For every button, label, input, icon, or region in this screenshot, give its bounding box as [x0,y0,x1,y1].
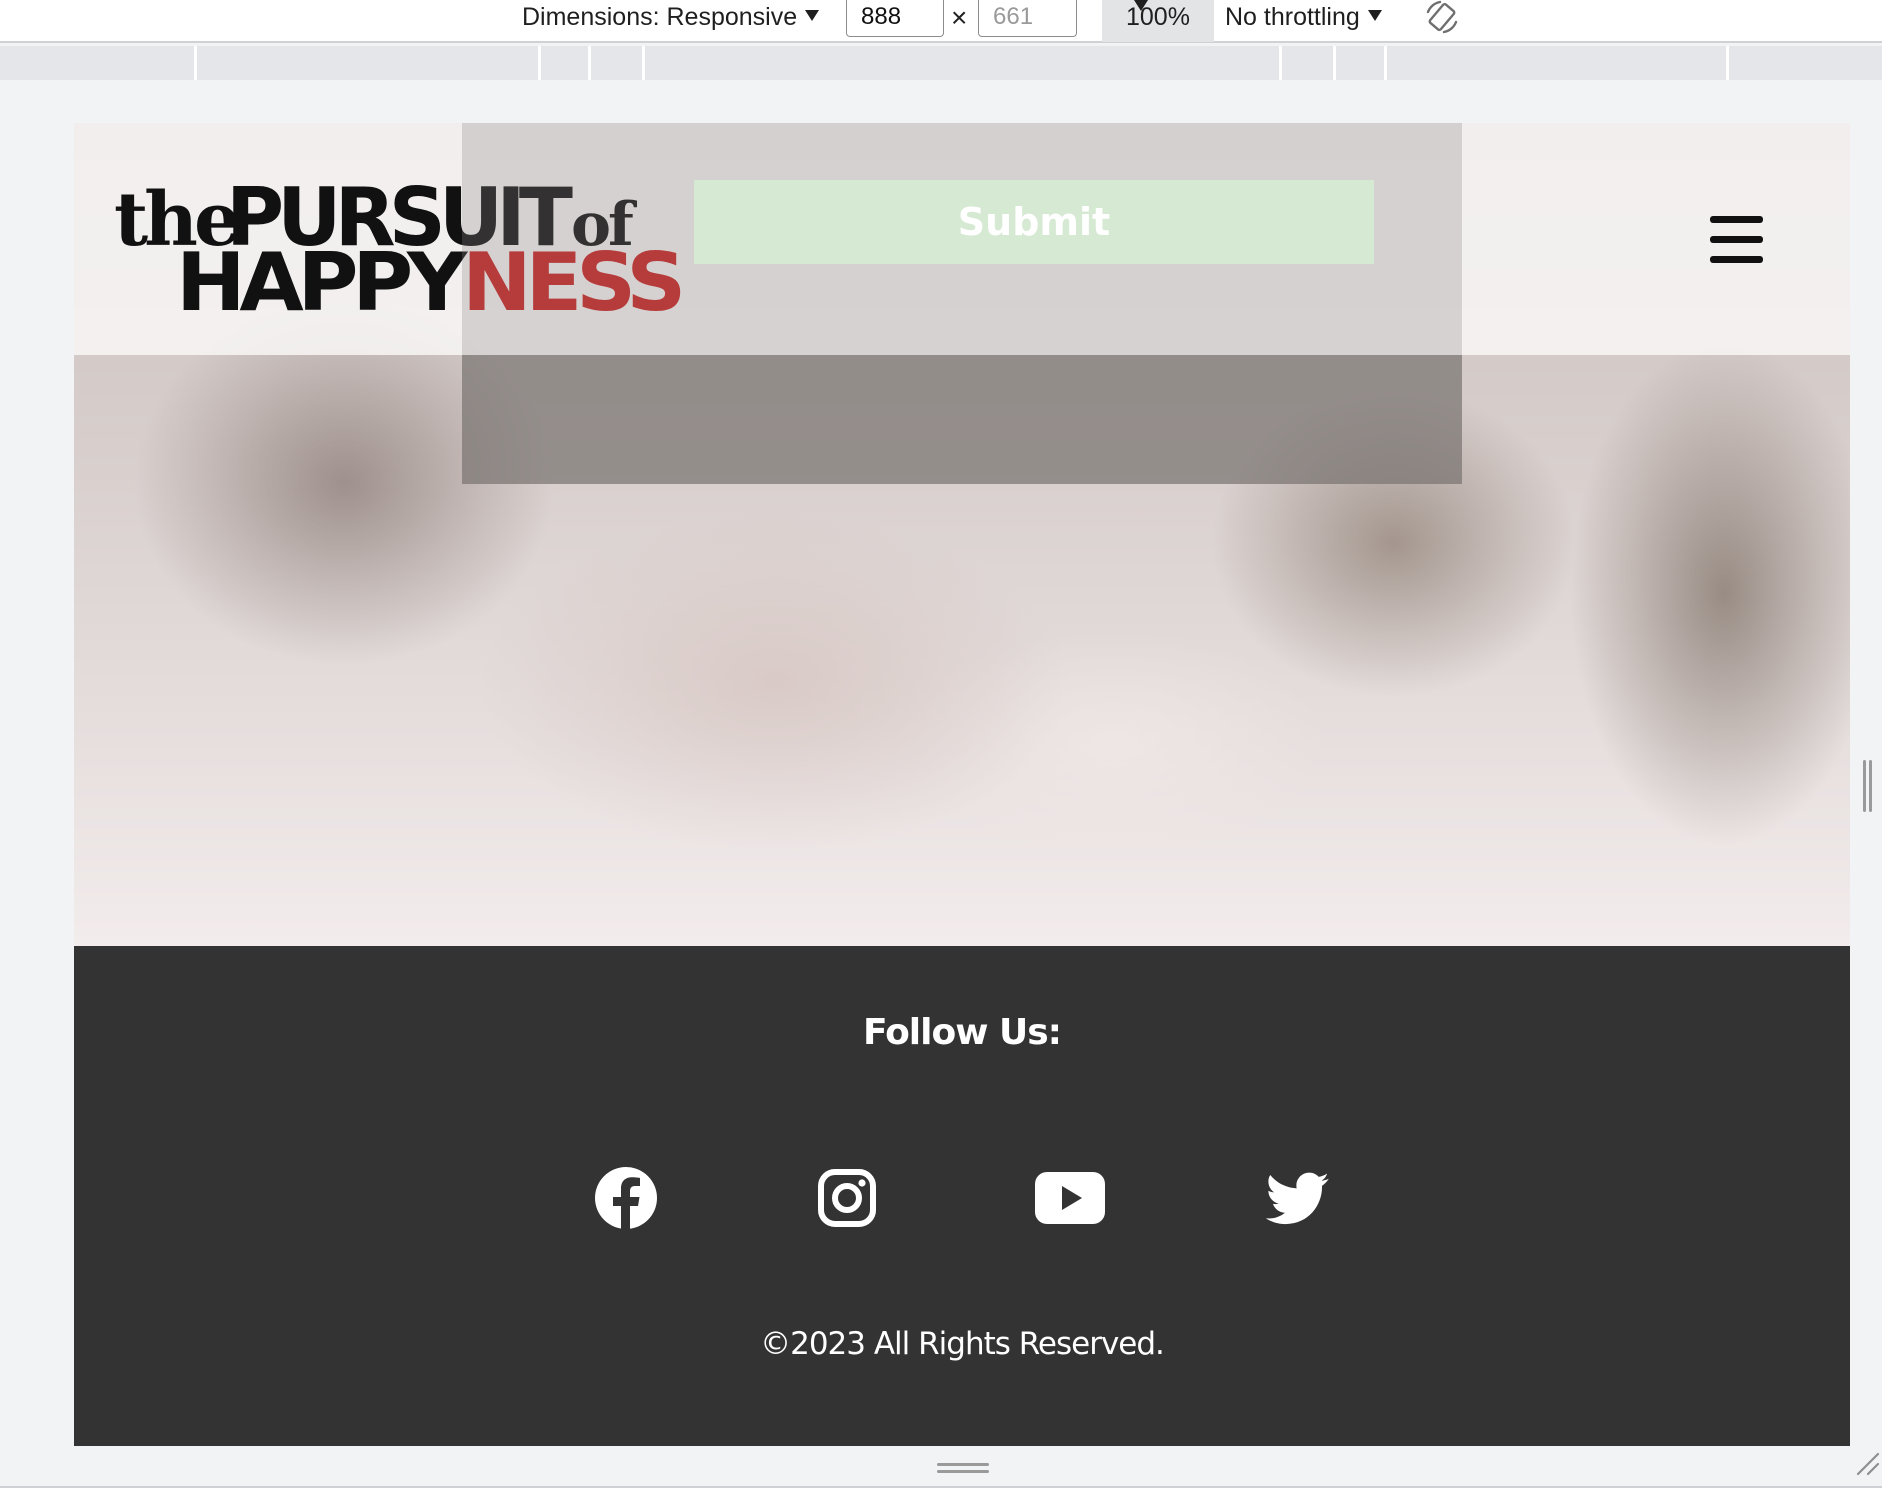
rotate-icon[interactable] [1422,0,1462,34]
device-viewport: the PURSUIT of HAPPY NESS Submit Follow … [74,123,1850,1446]
devtools-bottom-strip [0,1486,1882,1506]
media-query-ruler[interactable] [0,46,1882,80]
hamburger-menu-icon[interactable] [1710,216,1766,264]
follow-us-heading: Follow Us: [862,1012,1062,1053]
ruler-divider [1333,46,1336,80]
viewport-resize-corner-icon[interactable] [1854,1450,1880,1476]
caret-down-icon [1367,10,1382,21]
height-input[interactable]: 661 [978,0,1077,37]
caret-down-icon [805,10,820,21]
ruler-divider [1384,46,1387,80]
times-separator: × [951,2,968,33]
throttling-label: No throttling [1225,3,1360,31]
viewport-resize-handle-bottom[interactable] [937,1463,989,1475]
facebook-icon[interactable] [594,1166,658,1230]
youtube-icon[interactable] [1035,1172,1105,1224]
dimensions-label: Dimensions: Responsive [522,3,798,31]
ruler-divider [1279,46,1282,80]
twitter-icon[interactable] [1266,1172,1330,1226]
dimensions-dropdown[interactable]: Dimensions: Responsive [522,0,820,34]
responsive-toolbar: Dimensions: Responsive 888 × 661 100% No… [0,0,1882,43]
ruler-divider [588,46,591,80]
copyright-text: ©2023 All Rights Reserved. [760,1326,1165,1362]
ruler-divider [194,46,197,80]
ruler-divider [1726,46,1729,80]
form-overlay-panel-lower [462,355,1462,484]
width-input[interactable]: 888 [846,0,944,37]
ruler-divider [642,46,645,80]
site-footer: Follow Us: ©2023 All Rights Reserved. [74,946,1850,1446]
ruler-divider [538,46,541,80]
throttling-dropdown[interactable]: No throttling [1225,0,1382,34]
logo-word-happy: HAPPY [176,236,468,317]
zoom-dropdown[interactable]: 100% [1102,0,1214,42]
caret-down-icon [1134,0,1148,11]
submit-button[interactable]: Submit [694,180,1374,264]
viewport-resize-handle-right[interactable] [1863,760,1873,812]
instagram-icon[interactable] [818,1169,876,1227]
